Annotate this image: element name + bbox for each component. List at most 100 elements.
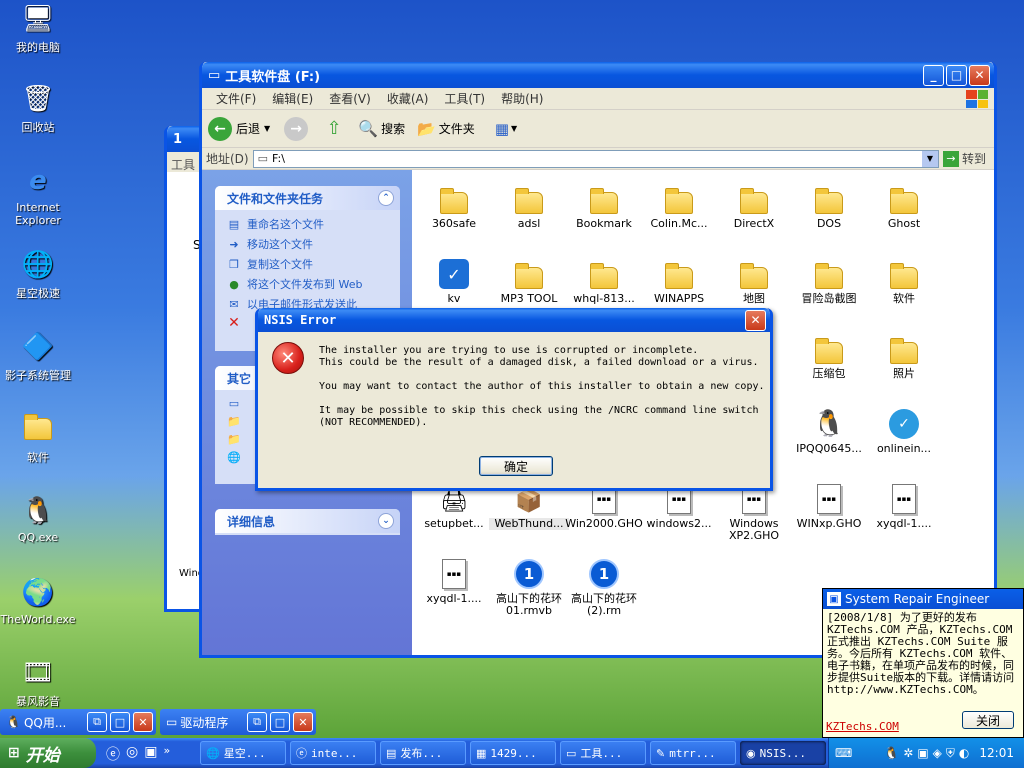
file-item[interactable]: ✓ kv [414, 253, 494, 305]
tray-icon-3[interactable]: ▣ [917, 746, 928, 760]
file-item[interactable]: Bookmark [564, 178, 644, 230]
file-item[interactable]: 冒险岛截图 [789, 253, 869, 305]
maximize-button[interactable]: □ [270, 712, 290, 732]
up-folder-button[interactable]: ⇧ [322, 117, 346, 141]
file-item[interactable]: DOS [789, 178, 869, 230]
menu-file[interactable]: 文件(F) [216, 90, 256, 107]
tray-icon-4[interactable]: ◈ [933, 746, 942, 760]
keyboard-icon[interactable]: ⌨ [835, 746, 852, 760]
file-item[interactable]: 地图 [714, 253, 794, 305]
file-item[interactable]: 照片 [864, 328, 944, 380]
tray-icon-2[interactable]: ✲ [903, 746, 913, 760]
notification-close-button[interactable]: 关闭 [962, 711, 1014, 729]
network-icon: 🌐 [227, 450, 241, 464]
more-icon[interactable]: » [163, 744, 170, 764]
file-tasks-header[interactable]: 文件和文件夹任务 ⌃ [215, 186, 400, 210]
desktop-icon-my-computer[interactable]: 🖥 我的电脑 [0, 2, 76, 55]
desktop-icon-internet-explorer[interactable]: e Internet Explorer [0, 164, 76, 227]
file-item[interactable]: DirectX [714, 178, 794, 230]
maximize-button[interactable]: □ [946, 64, 967, 86]
ok-button[interactable]: 确定 [479, 456, 553, 476]
close-button[interactable]: ✕ [293, 712, 313, 732]
file-item[interactable]: 压缩包 [789, 328, 869, 380]
desktop-icon-theworld[interactable]: 🌍 TheWorld.exe [0, 576, 76, 626]
close-button[interactable]: ✕ [969, 64, 990, 86]
expand-icon[interactable]: ⌄ [378, 513, 394, 529]
desktop-icon-software-folder[interactable]: 软件 [0, 412, 76, 465]
go-button[interactable]: → 转到 [942, 150, 986, 167]
explorer-titlebar[interactable]: ▭ 工具软件盘 (F:) _ □ ✕ [202, 62, 994, 88]
menu-help[interactable]: 帮助(H) [501, 90, 543, 107]
desktop-icon-recycle-bin[interactable]: 🗑 回收站 [0, 82, 76, 135]
qq-tray-icon[interactable]: 🐧 [884, 746, 899, 760]
file-name: 软件 [893, 292, 915, 305]
task-copy[interactable]: ❐ 复制这个文件 [215, 254, 400, 274]
task-publish-web[interactable]: ● 将这个文件发布到 Web [215, 274, 400, 294]
back-button[interactable]: ← 后退 ▼ [208, 116, 270, 141]
search-button[interactable]: 🔍 搜索 [358, 119, 405, 138]
start-button[interactable]: ⊞ 开始 [0, 738, 96, 768]
folder-icon-shape [665, 188, 693, 214]
file-item[interactable]: whql-813... [564, 253, 644, 305]
taskbar-group-qq[interactable]: 🐧 QQ用... ⧉ □ ✕ [0, 709, 156, 735]
desktop-icon-xingkong[interactable]: 🌐 星空极速 [0, 248, 76, 301]
file-item[interactable]: ▪▪▪ WINxp.GHO [789, 478, 869, 530]
file-item[interactable]: ▪▪▪ xyqdl-1.... [864, 478, 944, 530]
ie-quicklaunch-icon[interactable]: ⓔ [106, 744, 120, 764]
dialog-close-button[interactable]: ✕ [745, 309, 766, 331]
gho-file-icon-shape: ▪▪▪ [817, 484, 841, 514]
folder-icon-shape [815, 338, 843, 364]
menu-edit[interactable]: 编辑(E) [272, 90, 313, 107]
taskbar-item-mtrr[interactable]: ✎ mtrr... [650, 741, 736, 765]
maximize-button[interactable]: □ [110, 712, 130, 732]
address-dropdown-icon[interactable]: ▼ [921, 150, 938, 167]
taskbar-item-internet[interactable]: ⓔ inte... [290, 741, 376, 765]
file-item[interactable]: 软件 [864, 253, 944, 305]
file-item[interactable]: ✓ onlinein... [864, 403, 944, 455]
menu-favorites[interactable]: 收藏(A) [387, 90, 429, 107]
setup-icon-shape: 🖨 [440, 489, 468, 514]
views-button[interactable]: ▦ ▼ [495, 120, 517, 138]
file-item[interactable]: 1 高山下的花环(2).rm [564, 553, 644, 617]
collapse-icon[interactable]: ⌃ [378, 190, 394, 206]
desktop-quicklaunch-icon[interactable]: ▣ [144, 744, 157, 764]
nsis-error-dialog[interactable]: NSIS Error ✕ ✕ The installer you are try… [255, 308, 773, 491]
menu-tools[interactable]: 工具(T) [444, 90, 485, 107]
file-item[interactable]: 🐧 IPQQ0645... [789, 403, 869, 455]
browser-quicklaunch-icon[interactable]: ◎ [126, 744, 138, 764]
file-item[interactable]: MP3 TOOL [489, 253, 569, 305]
file-item[interactable]: Colin.Mc... [639, 178, 719, 230]
file-item[interactable]: Ghost [864, 178, 944, 230]
minimize-button[interactable]: _ [923, 64, 944, 86]
dialog-titlebar[interactable]: NSIS Error ✕ [258, 308, 770, 332]
file-item[interactable]: 360safe [414, 178, 494, 230]
file-item[interactable]: ▪▪▪ xyqdl-1.... [414, 553, 494, 605]
file-item[interactable]: WINAPPS [639, 253, 719, 305]
forward-button[interactable]: → [284, 116, 309, 141]
menu-view[interactable]: 查看(V) [329, 90, 371, 107]
desktop-icon-baofeng[interactable]: 🎞 暴风影音 [0, 656, 76, 709]
details-header[interactable]: 详细信息 ⌄ [215, 509, 400, 533]
task-rename[interactable]: ▤ 重命名这个文件 [215, 214, 400, 234]
desktop-icon-shadow-system[interactable]: 🔷 影子系统管理 [0, 330, 76, 383]
taskbar-item-app-1429[interactable]: ▦ 1429... [470, 741, 556, 765]
shield-icon[interactable]: ⛨ [946, 746, 955, 761]
file-name: xyqdl-1.... [426, 592, 482, 605]
taskbar-item-tools-explorer[interactable]: ▭ 工具... [560, 741, 646, 765]
notification-link[interactable]: KZTechs.COM [826, 720, 899, 733]
task-move[interactable]: ➜ 移动这个文件 [215, 234, 400, 254]
address-input[interactable]: ▭ F:\ ▼ [252, 149, 939, 168]
volume-icon[interactable]: ◐ [959, 746, 969, 760]
taskbar-item-publish[interactable]: ▤ 发布... [380, 741, 466, 765]
folders-button[interactable]: 📂 文件夹 [417, 120, 475, 138]
taskbar-item-nsis[interactable]: ◉ NSIS... [740, 741, 826, 765]
close-button[interactable]: ✕ [133, 712, 153, 732]
system-repair-notification[interactable]: ▣ System Repair Engineer [2008/1/8] 为了更好… [822, 588, 1024, 738]
desktop-icon-qq[interactable]: 🐧 QQ.exe [0, 494, 76, 544]
restore-button[interactable]: ⧉ [247, 712, 267, 732]
file-item[interactable]: adsl [489, 178, 569, 230]
taskbar-group-drivers[interactable]: ▭ 驱动程序 ⧉ □ ✕ [160, 709, 316, 735]
file-item[interactable]: 1 高山下的花环01.rmvb [489, 553, 569, 617]
restore-button[interactable]: ⧉ [87, 712, 107, 732]
taskbar-item-star-app[interactable]: 🌐 星空... [200, 741, 286, 765]
